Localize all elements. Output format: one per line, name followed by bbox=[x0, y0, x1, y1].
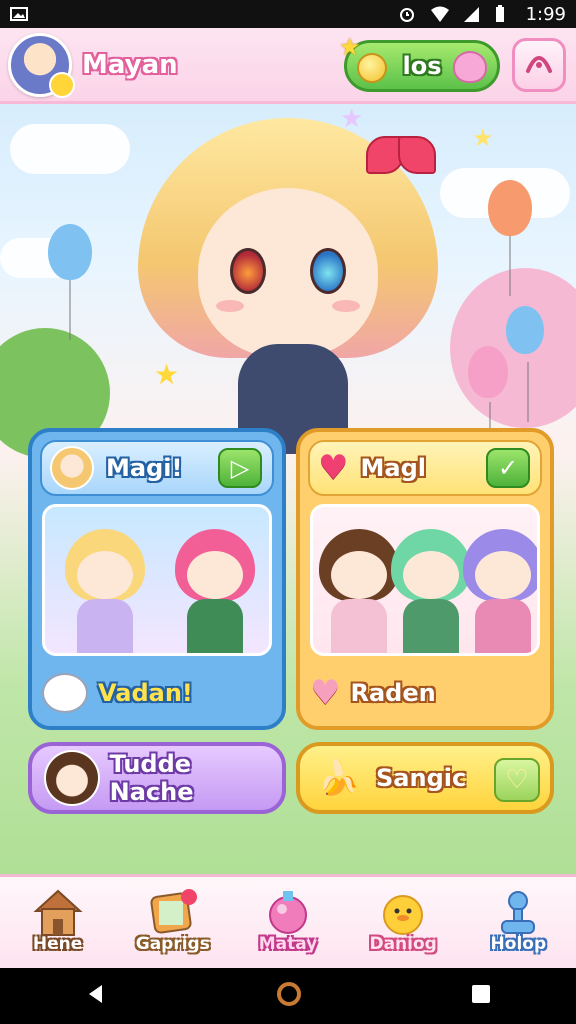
hero-eye-left bbox=[230, 248, 266, 294]
help-icon bbox=[491, 886, 545, 938]
arrow-right-button[interactable]: ▷ bbox=[218, 448, 262, 488]
nav-matay[interactable]: Matay bbox=[238, 880, 338, 968]
character-avatar bbox=[44, 750, 100, 806]
nav-label: Gaprigs bbox=[135, 934, 210, 954]
card-title: Magi! bbox=[106, 454, 183, 482]
card-footer: ♥ Raden bbox=[310, 670, 540, 716]
pink-blob-icon bbox=[453, 51, 487, 83]
potion-icon bbox=[261, 886, 315, 938]
coin-icon bbox=[357, 53, 387, 83]
check-button[interactable]: ✓ bbox=[486, 448, 530, 488]
home-icon[interactable] bbox=[276, 981, 302, 1011]
star-icon: ★ bbox=[339, 33, 361, 61]
bottom-nav: Hene Gaprigs Matay Daniog Holop bbox=[0, 874, 576, 968]
banana-icon: 🍌 bbox=[317, 758, 361, 798]
chibi-character bbox=[59, 523, 151, 653]
back-icon[interactable] bbox=[84, 982, 108, 1010]
tudde-nache-button[interactable]: Tudde Nache bbox=[28, 742, 286, 814]
bow-icon bbox=[366, 128, 436, 178]
cloud bbox=[10, 124, 130, 174]
hero-face bbox=[198, 188, 378, 358]
nav-label: Daniog bbox=[369, 934, 437, 954]
card-artwork bbox=[42, 504, 272, 656]
gallery-icon bbox=[146, 886, 200, 938]
currency-pill[interactable]: ★ los bbox=[339, 33, 500, 92]
balloon bbox=[506, 306, 544, 422]
chibi-character bbox=[457, 523, 537, 653]
status-time: 1:99 bbox=[525, 3, 566, 25]
event-card-magi[interactable]: Magi! ▷ Vadan! bbox=[28, 428, 286, 730]
star-icon: ★ bbox=[154, 358, 180, 391]
arc-icon bbox=[524, 49, 554, 82]
menu-button[interactable] bbox=[512, 38, 566, 92]
nav-gallery[interactable]: Gaprigs bbox=[123, 880, 223, 968]
card-header: Magi! ▷ bbox=[40, 440, 274, 496]
nav-help[interactable]: Holop bbox=[468, 880, 568, 968]
nav-label: Hene bbox=[32, 934, 83, 954]
system-nav-bar bbox=[0, 968, 576, 1024]
button-label: Sangic bbox=[376, 764, 467, 792]
hero-eye-right bbox=[310, 248, 346, 294]
player-name: Mayan bbox=[82, 49, 178, 80]
star-icon: ★ bbox=[340, 104, 364, 134]
balloon bbox=[468, 346, 508, 462]
image-notification-icon bbox=[10, 5, 28, 23]
top-bar: Mayan ★ los bbox=[0, 28, 576, 104]
card-header: ♥ Magl ✓ bbox=[308, 440, 542, 496]
heart-icon: ♥ bbox=[318, 448, 349, 488]
card-footer-label: Vadan! bbox=[98, 679, 193, 707]
chibi-character bbox=[169, 523, 261, 653]
app-screen: ★ ★ ★ Mayan ★ los Magi! ▷ Vadan! ♥ Magl … bbox=[0, 28, 576, 968]
card-title: Magl bbox=[360, 454, 426, 482]
sangic-button[interactable]: 🍌 Sangic ♡ bbox=[296, 742, 554, 814]
heart-icon: ♥ bbox=[310, 673, 341, 713]
chick-mascot-icon bbox=[42, 673, 88, 713]
house-icon bbox=[31, 886, 85, 938]
recents-icon[interactable] bbox=[470, 983, 492, 1009]
balloon bbox=[488, 180, 532, 296]
card-footer: Vadan! bbox=[42, 670, 272, 716]
star-icon: ★ bbox=[472, 124, 494, 152]
wifi-icon bbox=[430, 5, 449, 23]
currency-label: los bbox=[402, 52, 442, 80]
hero-character bbox=[128, 108, 448, 468]
blush bbox=[216, 300, 244, 312]
nav-daniog[interactable]: Daniog bbox=[353, 880, 453, 968]
blush bbox=[332, 300, 360, 312]
alarm-icon bbox=[398, 5, 416, 23]
status-bar: 1:99 bbox=[0, 0, 576, 28]
duck-icon bbox=[376, 886, 430, 938]
card-artwork bbox=[310, 504, 540, 656]
button-label: Tudde Nache bbox=[109, 750, 194, 806]
battery-icon bbox=[494, 5, 512, 23]
nav-home[interactable]: Hene bbox=[8, 880, 108, 968]
nav-label: Matay bbox=[258, 934, 318, 954]
card-footer-label: Raden bbox=[350, 679, 436, 707]
chick-icon bbox=[49, 71, 75, 98]
event-card-magl[interactable]: ♥ Magl ✓ ♥ Raden bbox=[296, 428, 554, 730]
player-avatar[interactable] bbox=[8, 32, 75, 98]
character-avatar bbox=[50, 446, 94, 490]
nav-label: Holop bbox=[490, 934, 547, 954]
heart-bubble-button[interactable]: ♡ bbox=[494, 758, 540, 802]
balloon bbox=[48, 224, 92, 340]
signal-icon bbox=[462, 5, 480, 23]
